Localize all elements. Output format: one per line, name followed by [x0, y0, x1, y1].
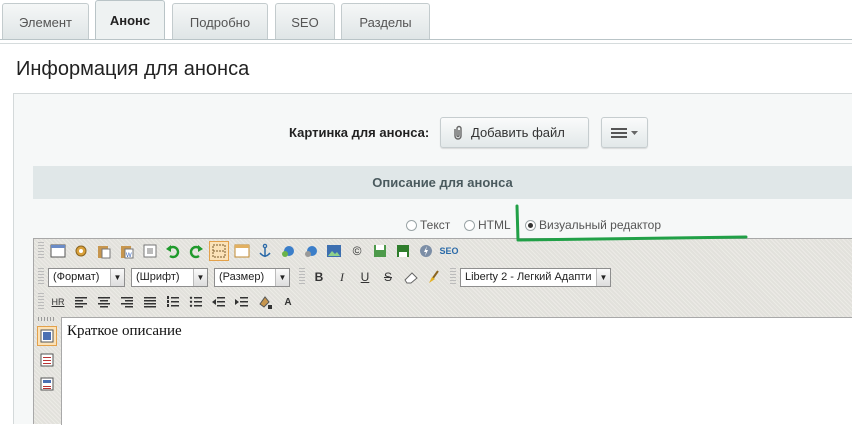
chevron-down-icon: ▼ — [596, 268, 610, 286]
radio-circle[interactable] — [464, 219, 475, 231]
unlink-icon[interactable] — [301, 241, 321, 261]
chevron-down-icon — [631, 130, 638, 135]
toolbar-grip[interactable] — [299, 268, 305, 286]
flash-icon[interactable] — [416, 241, 436, 261]
font-color-icon[interactable]: A — [278, 292, 298, 312]
add-file-button[interactable]: Добавить файл — [440, 117, 589, 148]
code-mode-icon[interactable] — [37, 350, 57, 370]
chevron-down-icon: ▼ — [275, 268, 289, 286]
svg-text:W: W — [126, 253, 132, 259]
panel-divider — [0, 43, 852, 44]
fullscreen-icon[interactable] — [48, 241, 68, 261]
editor-text: Краткое описание — [67, 323, 182, 339]
radio-text[interactable]: Текст — [406, 218, 450, 232]
image-icon[interactable] — [324, 241, 344, 261]
toolbar-grip[interactable] — [38, 268, 44, 286]
italic-button[interactable]: I — [332, 267, 352, 287]
align-right-icon[interactable] — [117, 292, 137, 312]
chevron-down-icon: ▼ — [193, 268, 207, 286]
toolbar-grip[interactable] — [450, 268, 456, 286]
add-file-label: Добавить файл — [471, 125, 565, 140]
paste-text-icon[interactable] — [140, 241, 160, 261]
toolbar-grip[interactable] — [38, 242, 44, 260]
bold-button[interactable]: B — [309, 267, 329, 287]
split-mode-icon[interactable] — [37, 374, 57, 394]
special-char-icon[interactable]: © — [347, 241, 367, 261]
hamburger-icon — [611, 127, 627, 138]
toolbar-grip[interactable] — [38, 293, 44, 311]
strikethrough-button[interactable]: S — [378, 267, 398, 287]
section-title: Информация для анонса — [16, 58, 250, 80]
toolbar-row-3: HR A — [35, 290, 301, 314]
anchor-icon[interactable] — [255, 241, 275, 261]
paste-word-icon[interactable]: W — [117, 241, 137, 261]
paste-icon[interactable] — [94, 241, 114, 261]
tab-bar: Элемент Анонс Подробно SEO Разделы — [0, 0, 852, 40]
radio-visual-editor[interactable]: Визуальный редактор — [525, 218, 661, 232]
redo-icon[interactable] — [186, 241, 206, 261]
format-select[interactable]: (Формат) ▼ — [48, 267, 125, 287]
radio-html-label: HTML — [478, 218, 511, 232]
visual-editor: W © SEO (Формат) ▼ (Шрифт) ▼ (Размер) ▼ B I… — [33, 238, 852, 425]
wysiwyg-mode-icon[interactable] — [37, 326, 57, 346]
save-icon[interactable] — [370, 241, 390, 261]
radio-circle[interactable] — [406, 219, 417, 231]
ordered-list-icon[interactable] — [163, 292, 183, 312]
tab-element[interactable]: Элемент — [2, 3, 89, 40]
toolbar-row-1: W © SEO — [35, 239, 462, 263]
template-icon[interactable] — [232, 241, 252, 261]
font-select[interactable]: (Шрифт) ▼ — [131, 267, 208, 287]
indent-icon[interactable] — [232, 292, 252, 312]
align-justify-icon[interactable] — [140, 292, 160, 312]
menu-dropdown-button[interactable] — [601, 117, 648, 148]
align-center-icon[interactable] — [94, 292, 114, 312]
tab-sections[interactable]: Разделы — [341, 3, 430, 40]
tab-announce[interactable]: Анонс — [95, 0, 165, 40]
seo-icon[interactable]: SEO — [439, 241, 459, 261]
picture-label: Картинка для анонса: — [289, 125, 430, 140]
paperclip-icon — [454, 125, 462, 140]
editor-content-area[interactable]: Краткое описание — [61, 317, 852, 425]
radio-text-label: Текст — [420, 218, 451, 232]
chevron-down-icon: ▼ — [110, 268, 124, 286]
tab-seo[interactable]: SEO — [275, 3, 335, 40]
background-color-icon[interactable] — [255, 292, 275, 312]
format-brush-icon[interactable] — [424, 267, 444, 287]
link-icon[interactable] — [278, 241, 298, 261]
horizontal-rule-button[interactable]: HR — [48, 292, 68, 312]
side-grip[interactable] — [38, 317, 56, 321]
table-borders-icon[interactable] — [209, 241, 229, 261]
radio-html[interactable]: HTML — [464, 218, 511, 232]
radio-visual-label: Визуальный редактор — [539, 218, 662, 232]
align-left-icon[interactable] — [71, 292, 91, 312]
underline-button[interactable]: U — [355, 267, 375, 287]
size-select[interactable]: (Размер) ▼ — [214, 267, 290, 287]
template-select[interactable]: Liberty 2 - Легкий Адапти ▼ — [460, 267, 611, 287]
settings-icon[interactable] — [71, 241, 91, 261]
radio-circle-checked[interactable] — [525, 219, 536, 231]
description-header: Описание для анонса — [33, 166, 852, 199]
save-as-icon[interactable] — [393, 241, 413, 261]
editor-side-toolbar — [34, 317, 60, 425]
tab-details[interactable]: Подробно — [172, 3, 268, 40]
undo-icon[interactable] — [163, 241, 183, 261]
outdent-icon[interactable] — [209, 292, 229, 312]
eraser-icon[interactable] — [401, 267, 421, 287]
toolbar-row-2: (Формат) ▼ (Шрифт) ▼ (Размер) ▼ B I U S Lib… — [35, 265, 617, 289]
bullet-list-icon[interactable] — [186, 292, 206, 312]
